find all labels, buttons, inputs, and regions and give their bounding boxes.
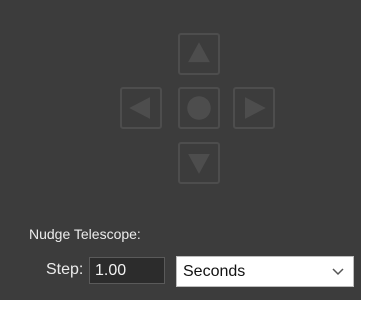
right-edge-strip xyxy=(361,0,367,309)
step-label: Step: xyxy=(46,261,84,278)
telescope-control-panel: Nudge Telescope: Step: Seconds xyxy=(0,0,361,300)
triangle-left-icon xyxy=(129,97,151,119)
nudge-telescope-label: Nudge Telescope: xyxy=(29,226,141,242)
circle-icon xyxy=(187,96,211,120)
nudge-up-button[interactable] xyxy=(178,33,220,75)
nudge-down-button[interactable] xyxy=(178,142,220,184)
triangle-up-icon xyxy=(188,42,210,63)
chevron-down-icon xyxy=(332,268,344,276)
step-input[interactable] xyxy=(89,257,165,284)
bottom-edge-strip xyxy=(0,300,367,309)
triangle-right-icon xyxy=(244,97,266,119)
nudge-stop-button[interactable] xyxy=(178,87,220,129)
step-unit-select[interactable]: Seconds xyxy=(176,256,354,287)
step-unit-value: Seconds xyxy=(183,263,246,280)
triangle-down-icon xyxy=(188,153,210,174)
nudge-right-button[interactable] xyxy=(233,87,275,129)
nudge-left-button[interactable] xyxy=(120,87,162,129)
